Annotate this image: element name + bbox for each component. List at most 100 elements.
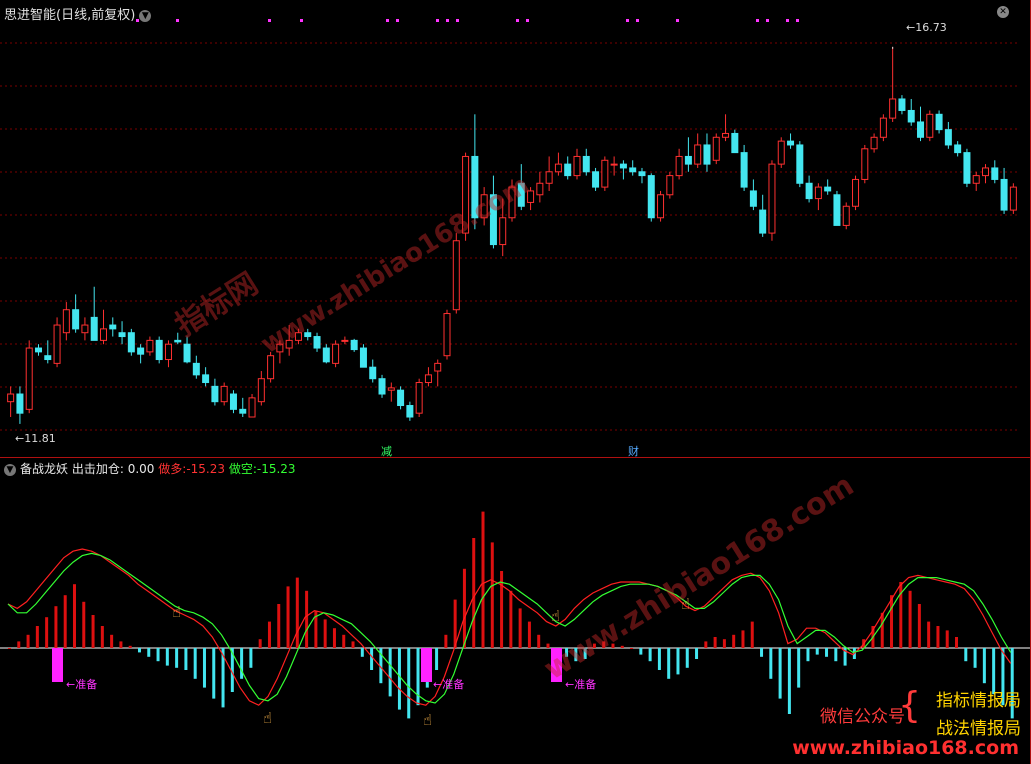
macd-bar [778, 648, 782, 699]
macd-bar [890, 595, 894, 648]
chevron-down-icon[interactable]: ▼ [139, 10, 152, 22]
macd-bar [26, 634, 30, 648]
macd-bar [82, 601, 86, 648]
signal-dot [526, 19, 529, 22]
macd-bar [370, 648, 374, 670]
signal-dot [676, 19, 679, 22]
candle-body [415, 382, 423, 414]
macd-bar [8, 648, 11, 649]
candle-body [731, 132, 739, 154]
macd-bar [527, 621, 531, 648]
stock-title: 思进智能(日线,前复权) [4, 8, 136, 23]
macd-bar [332, 628, 336, 648]
candle-body [387, 387, 395, 391]
macd-bar [797, 648, 801, 688]
candle-body [564, 163, 572, 177]
pointing-hand-icon: ☝ [172, 603, 181, 621]
signal-dot [626, 19, 629, 22]
candle-body [248, 397, 256, 418]
macd-bar [397, 648, 401, 710]
candle-body [183, 343, 191, 363]
macd-bar [936, 626, 940, 648]
candle-body [81, 324, 89, 334]
candle-body [499, 217, 507, 246]
candle-body [285, 339, 293, 349]
candle-body [926, 113, 934, 138]
macd-bar [249, 648, 253, 668]
macd-bar [815, 648, 819, 655]
indicator-value-2: -15.23 [186, 462, 225, 476]
macd-bar [128, 645, 132, 648]
macd-bar [295, 577, 299, 648]
macd-bar [722, 639, 726, 648]
candle-body [211, 385, 219, 403]
candlestick-chart[interactable] [0, 0, 1031, 457]
macd-bar [110, 634, 114, 648]
candle-body [452, 240, 460, 311]
signal-dot [756, 19, 759, 22]
candle-body [313, 336, 321, 349]
chevron-down-icon[interactable]: ▼ [4, 464, 16, 476]
macd-bar [908, 590, 912, 648]
candle-body [294, 332, 302, 341]
macd-bar [732, 634, 736, 648]
macd-bar [964, 648, 968, 662]
candle-body [332, 343, 340, 364]
candle-body [991, 167, 999, 180]
macd-bar [212, 648, 216, 699]
candle-body [768, 163, 776, 234]
macd-bar [17, 641, 21, 648]
candle-body [53, 324, 61, 364]
brand-left: 微信公众号 [820, 707, 905, 727]
indicator-title-bar: ▼ 备战龙妖 出击加仓: 0.00 做多:-15.23 做空:-15.23 [4, 460, 296, 477]
macd-bar [741, 630, 745, 648]
candle-body [109, 324, 117, 330]
candle-body [814, 186, 822, 200]
candle-body [406, 405, 414, 418]
candle-body [424, 374, 432, 384]
candle-body [852, 178, 860, 207]
close-icon[interactable]: ✕ [997, 6, 1009, 18]
candle-body [777, 140, 785, 165]
pointing-hand-icon: ☝ [681, 595, 690, 613]
candle-body [90, 316, 98, 341]
indicator-label-2: 做多: [158, 462, 187, 476]
macd-bar [611, 643, 615, 648]
main-chart-panel[interactable]: 思进智能(日线,前复权) ▼ ✕ ←16.73 ←11.81 减 财 [0, 0, 1031, 458]
candle-body [944, 129, 952, 146]
macd-bar [184, 648, 188, 670]
candle-body [341, 339, 349, 342]
macd-bar [147, 648, 151, 657]
pointing-hand-icon: ☝ [263, 709, 272, 727]
candle-body [554, 163, 562, 173]
brace-glyph: { [898, 685, 921, 726]
macd-bar [546, 643, 550, 648]
candle-body [545, 171, 553, 184]
prepare-block [421, 648, 432, 682]
macd-bar [45, 617, 49, 648]
candle-body [137, 347, 145, 355]
candle-body [267, 355, 275, 380]
candle-body [898, 98, 906, 111]
macd-bar [258, 639, 262, 648]
ma-green-line [7, 552, 1012, 704]
macd-bar [444, 634, 448, 648]
macd-bar [825, 648, 829, 657]
prepare-label: ←准备 [565, 678, 597, 691]
macd-bar [462, 568, 466, 648]
macd-bar [695, 648, 699, 659]
candle-body [601, 159, 609, 188]
candle-body [879, 117, 887, 138]
candle-body [907, 109, 915, 123]
candle-body [740, 152, 748, 188]
ma-red-line [7, 548, 1012, 706]
candle-body [127, 332, 135, 353]
candle-body [462, 155, 470, 234]
candle-body [99, 328, 107, 341]
macd-bar [657, 648, 661, 670]
candle-body [72, 309, 80, 330]
macd-bar [54, 606, 58, 648]
signal-dot [386, 19, 389, 22]
signal-dot [300, 19, 303, 22]
candle-body [25, 347, 33, 410]
